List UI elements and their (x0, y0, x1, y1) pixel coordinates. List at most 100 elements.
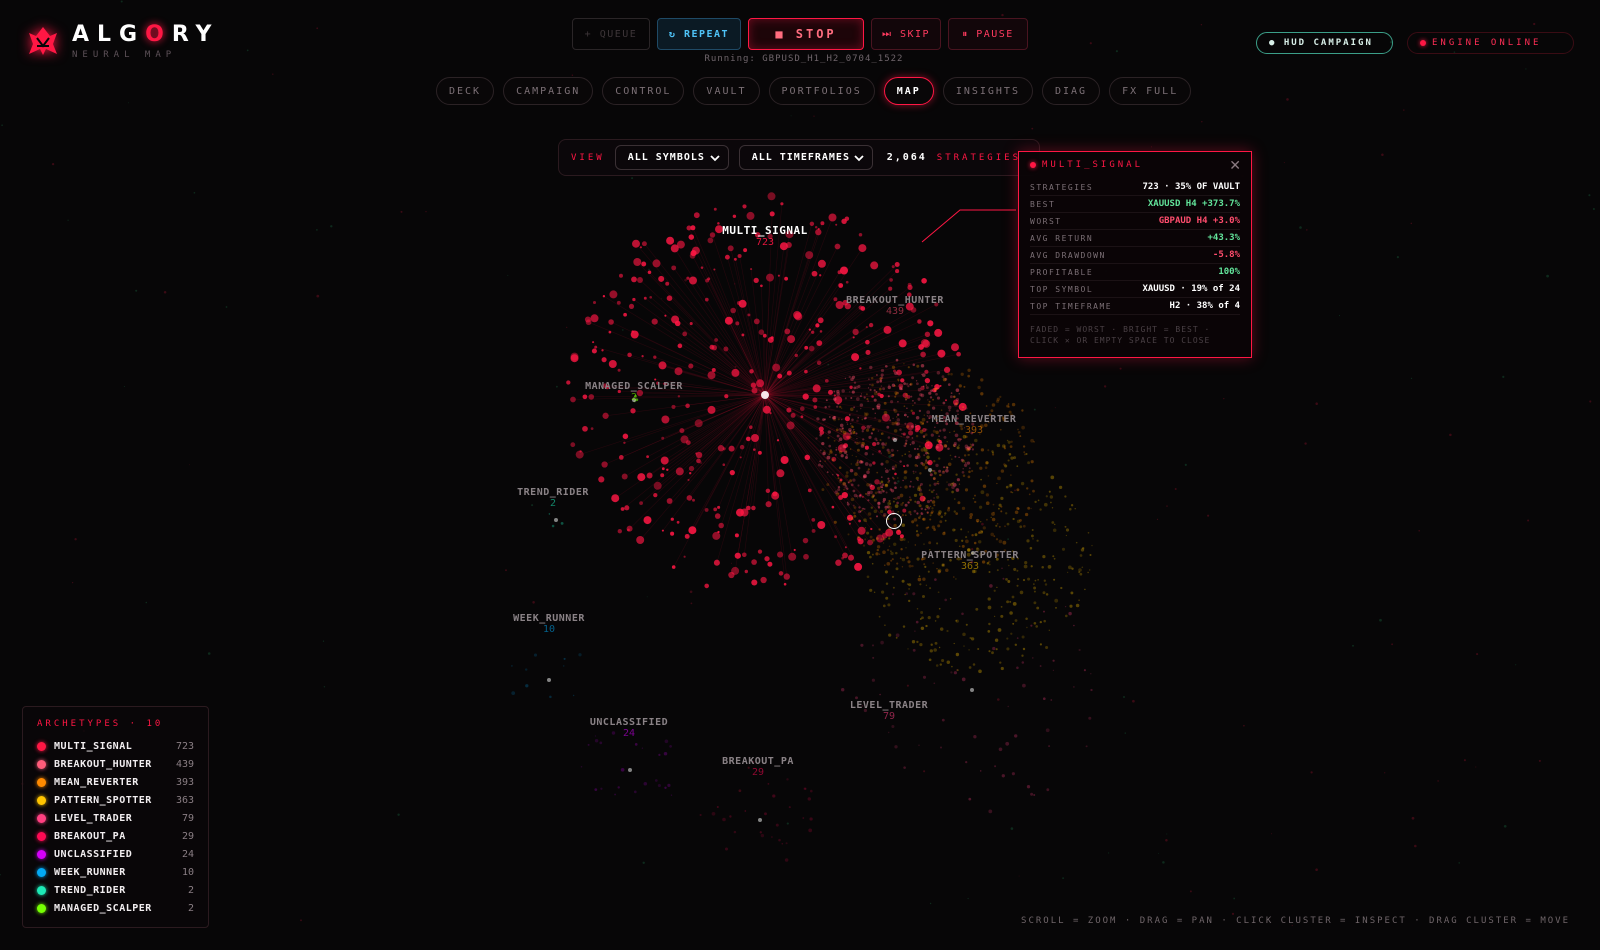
background-star (571, 74, 574, 77)
tab-campaign[interactable]: CAMPAIGN (503, 77, 594, 105)
strategy-node (587, 743, 590, 746)
legend-item-week-runner[interactable]: WEEK_RUNNER 10 (37, 863, 194, 881)
tab-fx-full[interactable]: FX FULL (1109, 77, 1192, 105)
cluster-label-multi-signal[interactable]: MULTI_SIGNAL 723 (722, 224, 807, 248)
hud-campaign-badge[interactable]: ● HUD CAMPAIGN (1256, 32, 1393, 54)
strategy-node (855, 455, 857, 458)
strategy-node (962, 474, 966, 478)
strategy-node (560, 521, 564, 525)
strategy-node (909, 513, 912, 516)
strategy-node (757, 450, 762, 455)
background-star (1592, 207, 1595, 211)
strategy-node (931, 384, 933, 387)
strategy-node (1064, 495, 1067, 498)
strategy-node (989, 584, 993, 588)
tab-map[interactable]: MAP (883, 77, 934, 105)
strategy-count: 2,064 (886, 152, 927, 163)
legend-item-managed-scalper[interactable]: MANAGED_SCALPER 2 (37, 899, 194, 917)
cluster-label-pattern-spotter[interactable]: PATTERN_SPOTTER 363 (921, 550, 1019, 572)
strategy-node (510, 664, 513, 667)
legend-item-count: 723 (175, 740, 194, 752)
strategy-node (548, 513, 551, 515)
tab-deck[interactable]: DECK (436, 77, 495, 105)
strategy-node (866, 482, 870, 487)
strategy-node (949, 395, 953, 399)
cluster-label-mean-reverter[interactable]: MEAN_REVERTER 393 (932, 414, 1017, 436)
cluster-label-unclassified[interactable]: UNCLASSIFIED 24 (590, 717, 668, 739)
repeat-button[interactable]: ↻ REPEAT (657, 18, 741, 50)
background-star (646, 596, 648, 598)
cluster-label-managed-scalper[interactable]: MANAGED_SCALPER 2 (585, 381, 683, 403)
tab-diag[interactable]: DIAG (1041, 77, 1101, 105)
pause-button[interactable]: ⏸ PAUSE (948, 18, 1028, 50)
strategy-node (1014, 734, 1018, 738)
cluster-label-week-runner[interactable]: WEEK_RUNNER 10 (513, 613, 585, 635)
strategy-node (1090, 673, 1092, 675)
legend-item-breakout-pa[interactable]: BREAKOUT_PA 29 (37, 827, 194, 845)
strategy-node (852, 336, 855, 339)
strategy-node (657, 783, 661, 788)
archetype-legend: ARCHETYPES · 10 MULTI_SIGNAL 723 BREAKOUT_… (22, 706, 209, 928)
cluster-label-name: PATTERN_SPOTTER (921, 550, 1019, 561)
strategy-node (947, 447, 950, 451)
legend-item-multi-signal[interactable]: MULTI_SIGNAL 723 (37, 737, 194, 755)
strategy-node (893, 481, 897, 485)
strategy-node (902, 479, 904, 482)
tab-portfolios[interactable]: PORTFOLIOS (768, 77, 875, 105)
strategy-node (836, 389, 840, 394)
strategy-node (860, 460, 862, 462)
strategy-node (968, 470, 971, 474)
legend-item-pattern-spotter[interactable]: PATTERN_SPOTTER 363 (37, 791, 194, 809)
queue-button[interactable]: + QUEUE (572, 18, 650, 50)
tab-insights[interactable]: INSIGHTS (942, 77, 1033, 105)
stop-button[interactable]: ■ STOP (748, 18, 864, 50)
legend-item-unclassified[interactable]: UNCLASSIFIED 24 (37, 845, 194, 863)
cluster-label-breakout-pa[interactable]: BREAKOUT_PA 29 (722, 756, 794, 778)
skip-button[interactable]: ⏭ SKIP (871, 18, 941, 50)
strategy-node (955, 402, 958, 406)
strategy-node (666, 295, 673, 302)
strategy-node (909, 443, 912, 446)
strategy-node (1005, 485, 1009, 489)
legend-item-level-trader[interactable]: LEVEL_TRADER 79 (37, 809, 194, 827)
strategy-node (880, 462, 884, 466)
legend-item-breakout-hunter[interactable]: BREAKOUT_HUNTER 439 (37, 755, 194, 773)
strategy-node (941, 718, 945, 722)
strategy-node (980, 490, 985, 495)
close-icon[interactable]: ✕ (1229, 158, 1241, 174)
strategy-node (1037, 579, 1039, 581)
strategy-node (963, 385, 966, 388)
cluster-label-trend-rider[interactable]: TREND_RIDER 2 (517, 487, 589, 509)
cluster-label-breakout-hunter[interactable]: BREAKOUT_HUNTER 439 (846, 295, 944, 317)
strategy-node (873, 509, 878, 514)
strategy-node (900, 548, 903, 551)
timeframe-select[interactable]: ALL TIMEFRAMES (738, 145, 873, 170)
strategy-node (906, 556, 909, 560)
strategy-node (919, 421, 922, 424)
strategy-node (861, 418, 864, 421)
strategy-node (1007, 440, 1011, 444)
tab-vault[interactable]: VAULT (693, 77, 760, 105)
strategy-node (770, 836, 773, 838)
strategy-node (870, 484, 873, 487)
strategy-node (920, 611, 924, 614)
strategy-node (608, 360, 617, 368)
strategy-node (894, 395, 897, 398)
strategy-node (1070, 591, 1074, 595)
strategy-node (1068, 611, 1072, 616)
strategy-node (888, 537, 891, 540)
strategy-node (871, 553, 874, 556)
strategy-node (906, 464, 909, 467)
tab-control[interactable]: CONTROL (602, 77, 685, 105)
strategy-node (908, 451, 910, 453)
symbol-select[interactable]: ALL SYMBOLS (614, 145, 729, 170)
strategy-node (915, 530, 919, 533)
strategy-node (590, 314, 599, 323)
strategy-node (853, 511, 856, 515)
strategy-node (934, 328, 943, 337)
legend-item-trend-rider[interactable]: TREND_RIDER 2 (37, 881, 194, 899)
strategy-node (936, 482, 939, 485)
background-star (316, 294, 320, 298)
cluster-label-level-trader[interactable]: LEVEL_TRADER 79 (850, 700, 928, 722)
legend-item-mean-reverter[interactable]: MEAN_REVERTER 393 (37, 773, 194, 791)
